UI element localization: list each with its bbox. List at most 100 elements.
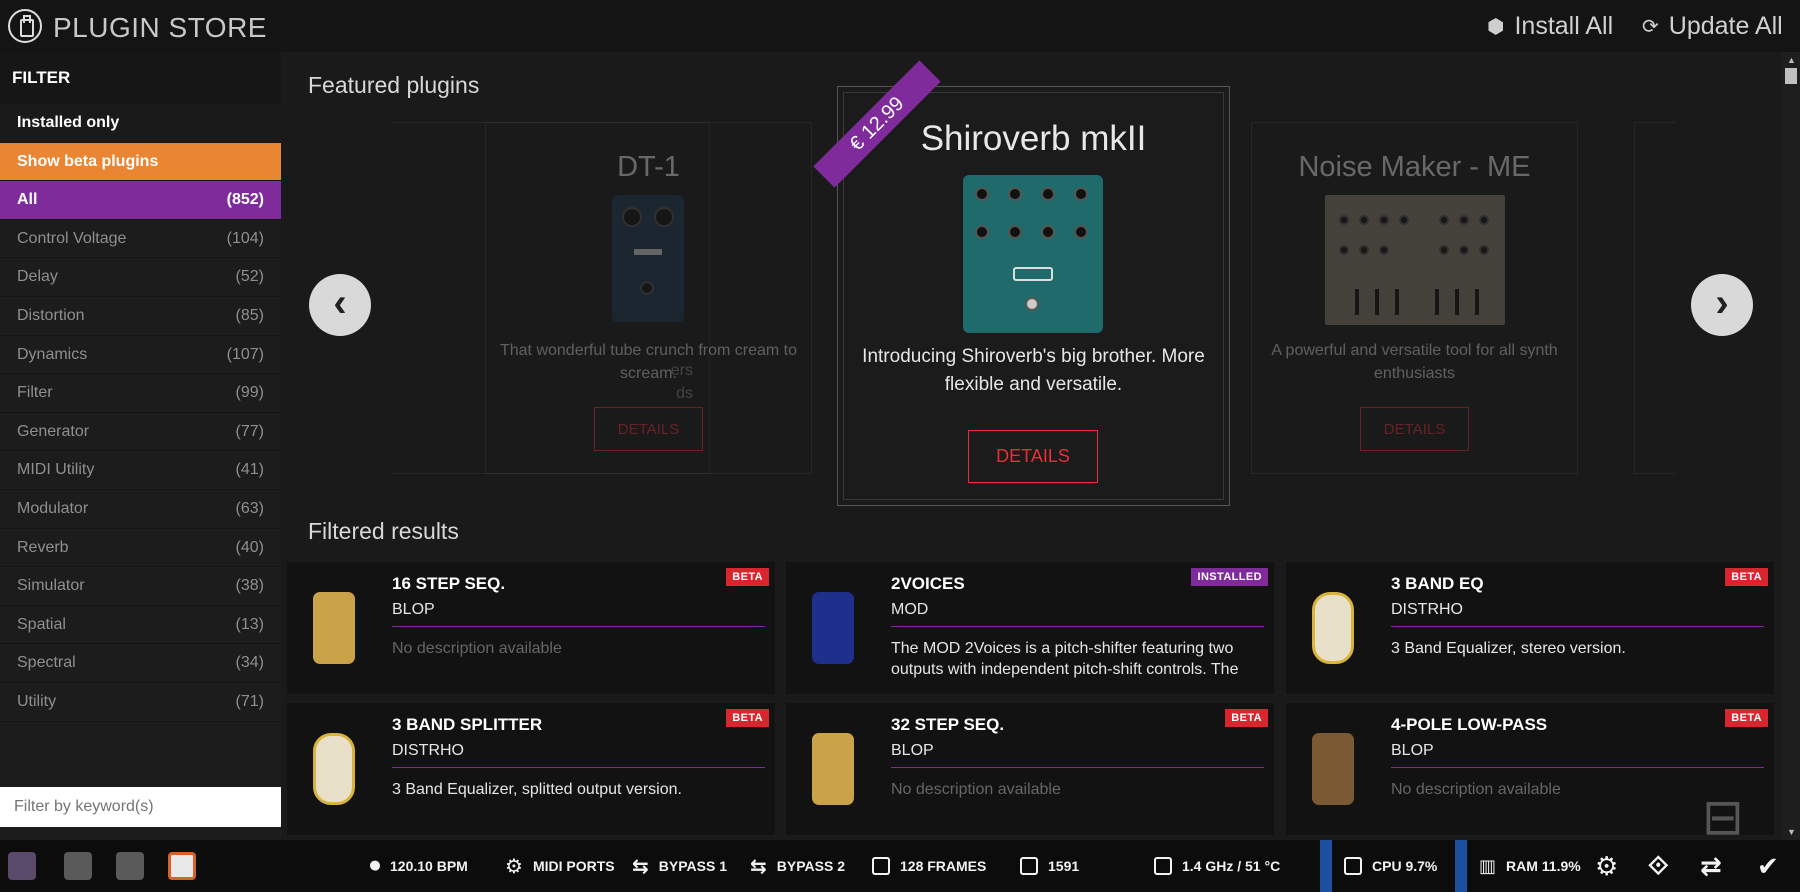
result-card-2voices[interactable]: 2VOICES MOD The MOD 2Voices is a pitch-s… — [786, 562, 1274, 694]
result-card-16-step-seq[interactable]: 16 STEP SEQ. BLOP No description availab… — [287, 562, 775, 694]
bypass1-button[interactable]: ⇆ BYPASS 1 — [632, 840, 727, 892]
divider — [392, 626, 765, 627]
scrollbar-thumb[interactable] — [1785, 68, 1797, 84]
category-simulator[interactable]: Simulator (38) — [0, 567, 281, 606]
pedalboard-builder-icon[interactable] — [8, 840, 36, 892]
plugin-brand: MOD — [891, 601, 929, 618]
category-distortion[interactable]: Distortion (85) — [0, 297, 281, 336]
category-spatial[interactable]: Spatial (13) — [0, 606, 281, 645]
details-button[interactable]: DETAILS — [1360, 407, 1469, 451]
cpu-usage-indicator: CPU 9.7% — [1320, 840, 1437, 892]
scroll-up-arrow-icon[interactable]: ▲ — [1787, 55, 1796, 65]
category-reverb[interactable]: Reverb (40) — [0, 529, 281, 568]
midi-ports-button[interactable]: ⚙ MIDI PORTS — [505, 840, 615, 892]
featured-heading: Featured plugins — [308, 72, 480, 98]
result-card-32-step-seq[interactable]: 32 STEP SEQ. BLOP No description availab… — [786, 703, 1274, 835]
plugin-name: 16 STEP SEQ. — [392, 574, 506, 593]
category-label: All — [17, 191, 38, 209]
details-button[interactable]: DETAILS — [594, 407, 703, 451]
category-label: Dynamics — [17, 345, 88, 363]
cpu-chip-icon — [1154, 857, 1172, 875]
bypass1-label: BYPASS 1 — [658, 858, 727, 874]
category-delay[interactable]: Delay (52) — [0, 258, 281, 297]
category-count: (104) — [226, 229, 264, 247]
featured-card-description: A powerful and versatile tool for all sy… — [1271, 342, 1558, 382]
category-count: (77) — [235, 422, 264, 440]
plugin-store-icon[interactable] — [168, 840, 196, 892]
carousel-prev-button[interactable]: ‹ — [309, 274, 371, 336]
cpu-usage-label: CPU 9.7% — [1372, 858, 1438, 874]
carousel-edge-mask — [372, 122, 392, 474]
category-count: (99) — [235, 384, 264, 402]
buffer-frames-indicator[interactable]: 128 FRAMES — [872, 840, 986, 892]
category-label: Delay — [17, 268, 58, 286]
featured-card-dt1[interactable]: DT-1 That wonderful tube crunch from cre… — [485, 122, 812, 474]
category-label: Filter — [17, 384, 53, 402]
divider — [1391, 767, 1764, 768]
featured-card-title: Shiroverb mkII — [920, 119, 1147, 158]
xruns-icon — [1020, 857, 1038, 875]
plugin-name: 2VOICES — [891, 574, 965, 593]
category-all[interactable]: All (852) — [0, 181, 281, 220]
result-card-4-pole-low-pass[interactable]: 4-POLE LOW-PASS BLOP No description avai… — [1286, 703, 1774, 835]
category-label: Utility — [17, 692, 57, 710]
plugin-description: 3 Band Equalizer, stereo version. — [1391, 640, 1626, 657]
midi-icon: ⚙ — [505, 855, 523, 878]
installed-only-toggle[interactable]: Installed only — [0, 104, 281, 143]
bypass2-button[interactable]: ⇆ BYPASS 2 — [750, 840, 845, 892]
category-utility[interactable]: Utility (71) — [0, 683, 281, 722]
category-count: (40) — [235, 538, 264, 556]
keyword-filter-input[interactable] — [0, 787, 281, 827]
install-all-button[interactable]: ⬢ Install All — [1487, 12, 1613, 41]
category-modulator[interactable]: Modulator (63) — [0, 490, 281, 529]
banks-icon[interactable] — [116, 840, 144, 892]
category-label: Reverb — [17, 538, 69, 556]
carousel-next-button[interactable]: › — [1691, 274, 1753, 336]
update-all-button[interactable]: ⟳ Update All — [1642, 12, 1783, 41]
scroll-down-arrow-icon[interactable]: ▼ — [1787, 827, 1796, 837]
plugin-name: 32 STEP SEQ. — [891, 715, 1005, 734]
ram-icon: ▥ — [1479, 855, 1497, 876]
settings-gear-icon[interactable]: ⚙ — [1595, 840, 1618, 892]
show-beta-toggle[interactable]: Show beta plugins — [0, 142, 281, 182]
category-dynamics[interactable]: Dynamics (107) — [0, 336, 281, 375]
divider — [1391, 626, 1764, 627]
result-card-3-band-splitter[interactable]: 3 BAND SPLITTER DISTRHO 3 Band Equalizer… — [287, 703, 775, 835]
refresh-icon: ⟳ — [1642, 16, 1659, 38]
status-bar: ⏺ 120.10 BPM ⚙ MIDI PORTS ⇆ BYPASS 1 ⇆ BYPAS… — [0, 840, 1800, 892]
category-spectral[interactable]: Spectral (34) — [0, 644, 281, 683]
category-label: Modulator — [17, 499, 89, 517]
details-button[interactable]: DETAILS — [968, 430, 1098, 483]
ram-usage-indicator: ▥ RAM 11.9% — [1455, 840, 1581, 892]
featured-card-description: That wonderful tube crunch from cream to… — [499, 342, 798, 382]
category-filter[interactable]: Filter (99) — [0, 374, 281, 413]
vertical-scrollbar[interactable]: ▲ ▼ — [1782, 52, 1800, 840]
filter-sidebar: FILTER Installed only Show beta plugins … — [0, 52, 281, 840]
connection-arrows-icon[interactable]: ⇄ — [1700, 840, 1722, 892]
featured-card-shiroverb[interactable]: € 12.99 Shiroverb mkII Introducing Shiro… — [813, 60, 1230, 506]
pedalboards-library-icon[interactable] — [64, 840, 92, 892]
category-label: Generator — [17, 422, 90, 440]
bypass2-icon: ⇆ — [750, 855, 767, 878]
category-count: (41) — [235, 461, 264, 479]
category-control-voltage[interactable]: Control Voltage (104) — [0, 220, 281, 259]
divider — [891, 767, 1264, 768]
dt1-pedal-image — [612, 195, 684, 322]
plugin-thumbnail — [313, 592, 355, 664]
cloud-sync-icon[interactable]: ⟐ — [1648, 840, 1669, 892]
noise-maker-module-image — [1325, 195, 1505, 325]
featured-card-noise-maker[interactable]: Noise Maker - ME A powerful and versatil… — [1251, 122, 1578, 474]
bypass1-icon: ⇆ — [632, 855, 649, 878]
category-generator[interactable]: Generator (77) — [0, 413, 281, 452]
category-label: Spectral — [17, 654, 76, 672]
plugin-brand: DISTRHO — [1391, 601, 1463, 618]
category-midi-utility[interactable]: MIDI Utility (41) — [0, 451, 281, 490]
beta-badge: BETA — [1225, 709, 1268, 727]
bpm-indicator[interactable]: ⏺ 120.10 BPM — [370, 840, 468, 892]
cpu-icon — [1344, 857, 1362, 875]
plugin-description: No description available — [1391, 781, 1561, 798]
category-label: Simulator — [17, 577, 85, 595]
category-count: (107) — [226, 345, 264, 363]
checkmark-icon[interactable]: ✔ — [1757, 840, 1779, 892]
result-card-3-band-eq[interactable]: 3 BAND EQ DISTRHO 3 Band Equalizer, ster… — [1286, 562, 1774, 694]
